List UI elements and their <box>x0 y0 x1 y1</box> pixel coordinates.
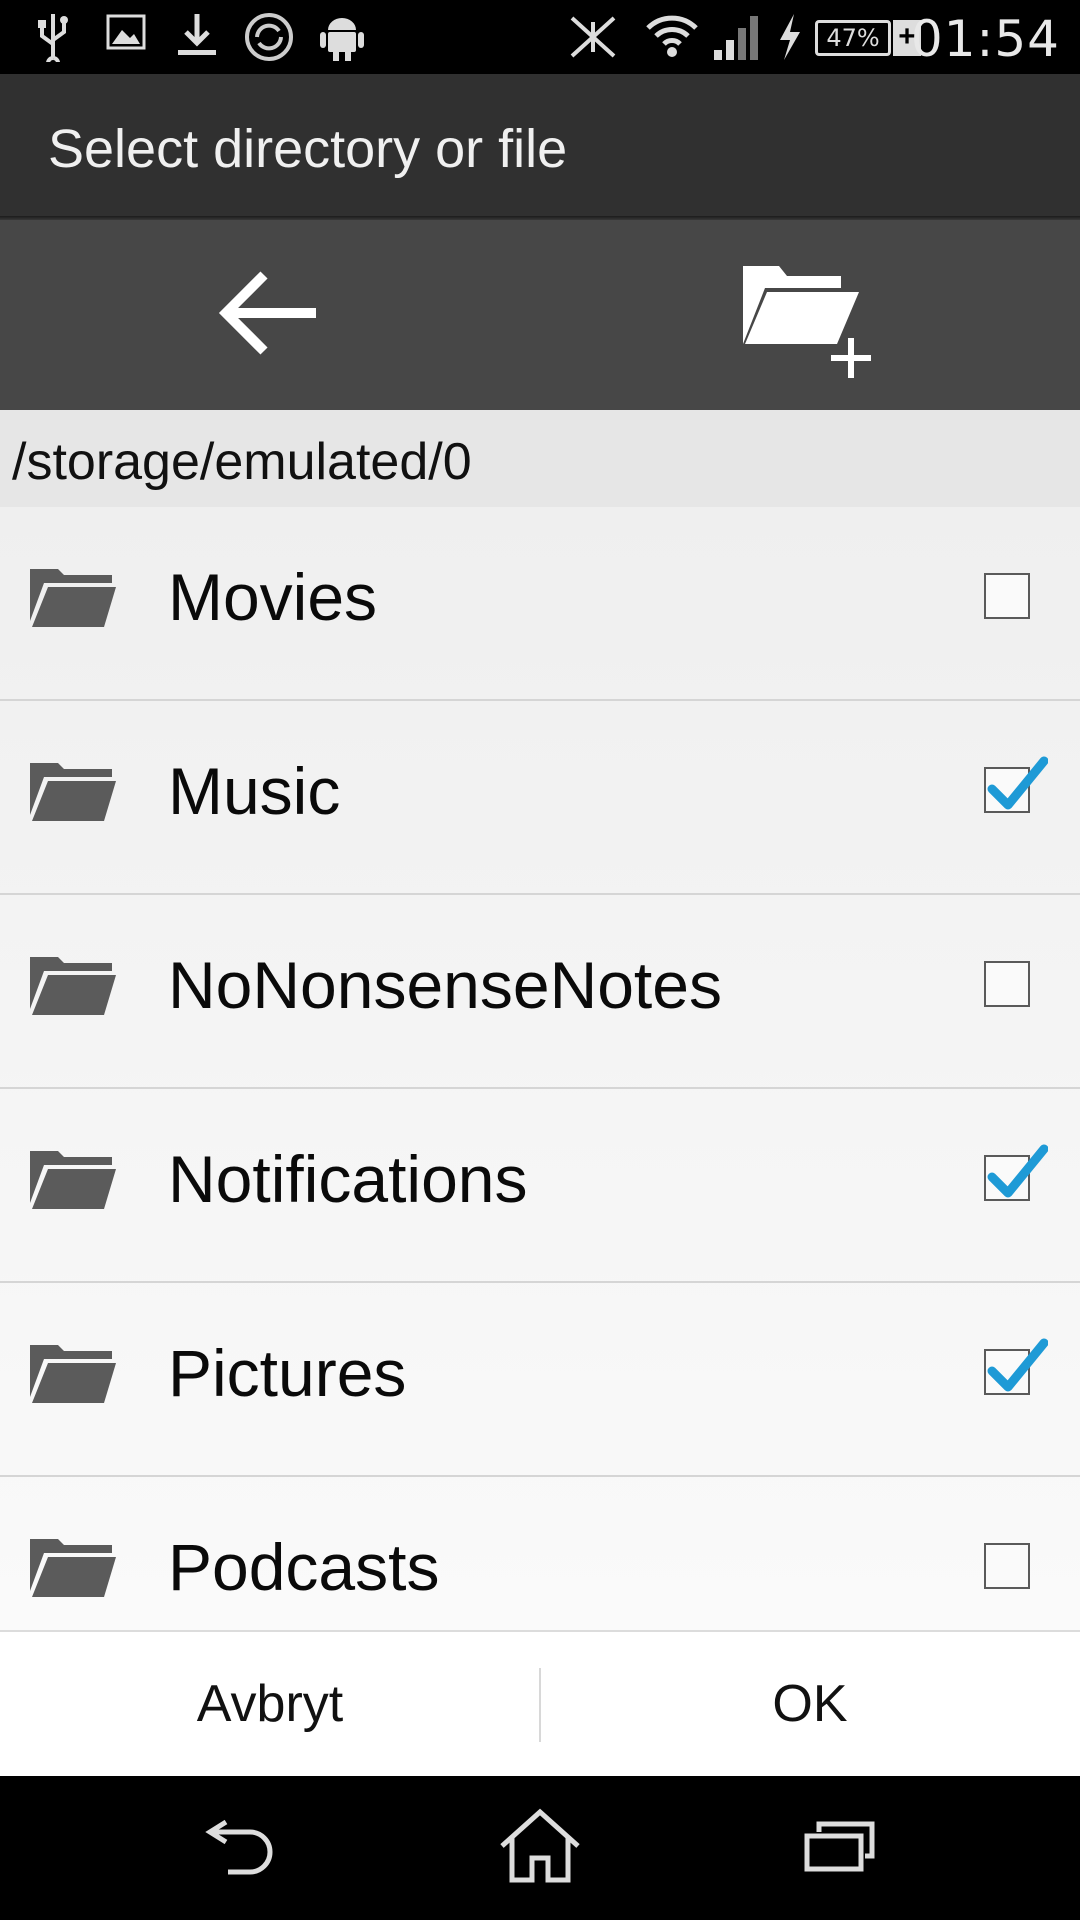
folder-list[interactable]: Movies Music NoNonsenseNotes Notificatio… <box>0 507 1080 1630</box>
folder-name: Pictures <box>168 1336 407 1410</box>
folder-checkbox[interactable] <box>984 1543 1030 1589</box>
list-item[interactable]: Pictures <box>0 1283 1080 1477</box>
battery-indicator: 47% <box>815 20 891 56</box>
folder-checkbox[interactable] <box>984 1144 1048 1201</box>
list-item[interactable]: NoNonsenseNotes <box>0 895 1080 1089</box>
folder-name: Music <box>168 754 341 828</box>
checkmark-icon <box>987 756 1048 810</box>
screen: 47% + 01:54 Select directory or file /st… <box>0 0 1080 1920</box>
list-item[interactable]: Movies <box>0 507 1080 701</box>
folder-name: Podcasts <box>168 1530 440 1604</box>
checkmark-icon <box>987 1144 1048 1198</box>
folder-name: Movies <box>168 560 378 634</box>
folder-checkbox[interactable] <box>984 961 1030 1007</box>
sync-icon <box>244 12 294 67</box>
cancel-button[interactable]: Avbryt <box>0 1632 540 1776</box>
dialog-title-bar: Select directory or file <box>0 74 1080 216</box>
new-folder-button[interactable] <box>540 220 1080 410</box>
folder-checkbox[interactable] <box>984 1338 1048 1395</box>
dialog-action-bar: Avbryt OK <box>0 1630 1080 1776</box>
folder-name: NoNonsenseNotes <box>168 948 722 1022</box>
folder-icon <box>28 1535 118 1604</box>
toolbar <box>0 220 1080 410</box>
folder-name: Notifications <box>168 1142 528 1216</box>
download-icon <box>176 12 218 63</box>
navigate-up-button[interactable] <box>0 220 540 410</box>
ok-button[interactable]: OK <box>540 1632 1080 1776</box>
usb-icon <box>36 12 70 70</box>
nav-back-icon <box>200 1816 280 1881</box>
android-icon <box>320 12 364 67</box>
folder-icon <box>28 565 118 634</box>
nfc-off-icon <box>566 12 620 67</box>
navigation-bar <box>0 1776 1080 1920</box>
back-arrow-icon <box>218 267 322 364</box>
folder-icon <box>28 759 118 828</box>
new-folder-icon <box>735 248 885 383</box>
nav-home-icon <box>498 1808 582 1889</box>
list-item[interactable]: Notifications <box>0 1089 1080 1283</box>
clock: 01:54 <box>910 10 1060 68</box>
checkmark-icon <box>987 1338 1048 1392</box>
current-path-bar: /storage/emulated/0 <box>0 410 1080 507</box>
folder-icon <box>28 953 118 1022</box>
folder-icon <box>28 1341 118 1410</box>
image-icon <box>106 12 146 57</box>
list-item[interactable]: Music <box>0 701 1080 895</box>
list-item[interactable]: Podcasts <box>0 1477 1080 1630</box>
signal-icon <box>712 12 760 67</box>
nav-recents-icon <box>804 1820 876 1877</box>
dialog-title: Select directory or file <box>48 119 568 179</box>
charging-icon <box>776 12 802 67</box>
current-path: /storage/emulated/0 <box>12 433 472 491</box>
status-bar: 47% + 01:54 <box>0 0 1080 74</box>
folder-checkbox[interactable] <box>984 756 1048 813</box>
folder-checkbox[interactable] <box>984 573 1030 619</box>
nav-recents-button[interactable] <box>660 1776 1020 1920</box>
wifi-icon <box>644 12 700 63</box>
folder-icon <box>28 1147 118 1216</box>
